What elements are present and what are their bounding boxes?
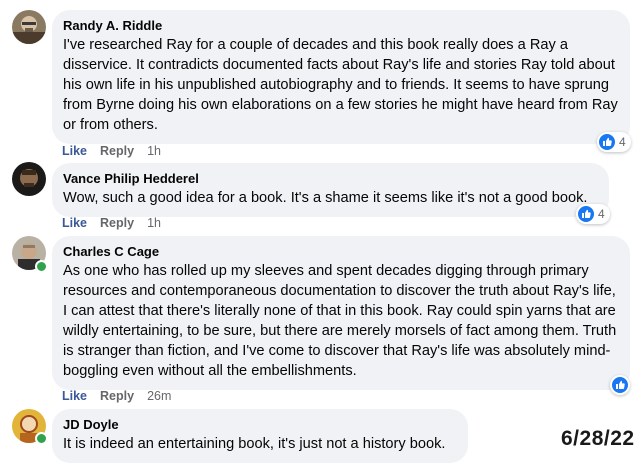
- like-button[interactable]: Like: [62, 216, 87, 230]
- thumbs-up-icon: [578, 206, 594, 222]
- comment-time[interactable]: 1h: [147, 144, 161, 158]
- date-stamp: 6/28/22: [561, 427, 635, 450]
- comment-text: It is indeed an entertaining book, it's …: [63, 436, 446, 452]
- comment-bubble: JD Doyle It is indeed an entertaining bo…: [52, 409, 468, 463]
- comment-actions: Like Reply 26m: [62, 388, 184, 404]
- reaction-badge[interactable]: 4: [576, 204, 610, 224]
- reply-button[interactable]: Reply: [100, 216, 134, 230]
- thumbs-up-icon: [612, 377, 628, 393]
- online-status-indicator: [35, 432, 48, 445]
- reaction-count: 4: [598, 207, 605, 221]
- comment-text: I've researched Ray for a couple of deca…: [63, 37, 618, 133]
- comment-actions: Like Reply 1h: [62, 143, 174, 159]
- comment-text: Wow, such a good idea for a book. It's a…: [63, 190, 588, 206]
- reaction-badge[interactable]: [610, 375, 630, 395]
- avatar[interactable]: [12, 162, 46, 196]
- like-button[interactable]: Like: [62, 144, 87, 158]
- comment-author[interactable]: Charles C Cage: [63, 244, 618, 260]
- online-status-indicator: [35, 260, 48, 273]
- comment-author[interactable]: JD Doyle: [63, 417, 456, 433]
- comment-author[interactable]: Randy A. Riddle: [63, 18, 618, 34]
- thumbs-up-icon: [599, 134, 615, 150]
- comment-bubble: Randy A. Riddle I've researched Ray for …: [52, 10, 630, 144]
- comment-time[interactable]: 26m: [147, 389, 171, 403]
- comment-bubble: Vance Philip Hedderel Wow, such a good i…: [52, 163, 609, 217]
- comment-author[interactable]: Vance Philip Hedderel: [63, 171, 597, 187]
- like-button[interactable]: Like: [62, 389, 87, 403]
- reaction-badge[interactable]: 4: [597, 132, 631, 152]
- comment-text: As one who has rolled up my sleeves and …: [63, 263, 617, 379]
- avatar[interactable]: [12, 10, 46, 44]
- comment-bubble: Charles C Cage As one who has rolled up …: [52, 236, 630, 390]
- comment-actions: Like Reply 1h: [62, 215, 174, 231]
- reply-button[interactable]: Reply: [100, 389, 134, 403]
- reply-button[interactable]: Reply: [100, 144, 134, 158]
- comment-time[interactable]: 1h: [147, 216, 161, 230]
- reaction-count: 4: [619, 135, 626, 149]
